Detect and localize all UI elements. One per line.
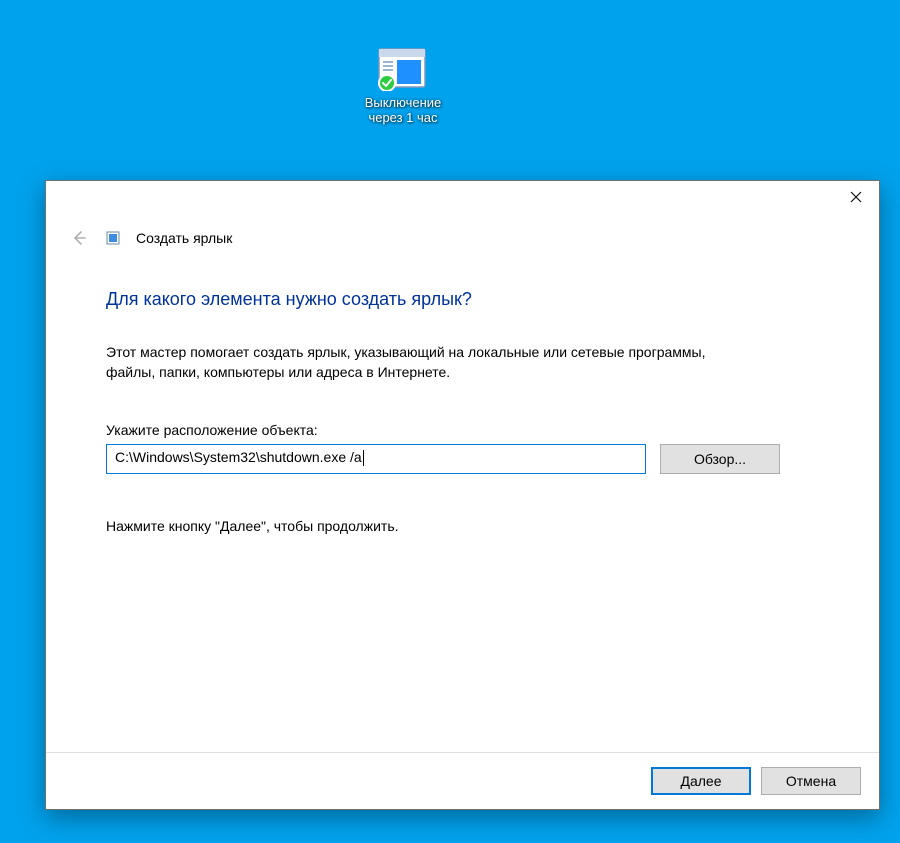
shortcut-wizard-icon: [106, 231, 120, 245]
desktop-shortcut-label: Выключениечерез 1 час: [348, 95, 458, 125]
wizard-body: Для какого элемента нужно создать ярлык?…: [46, 253, 879, 752]
close-button[interactable]: [833, 181, 879, 213]
titlebar: [46, 181, 879, 221]
window-title: Создать ярлык: [136, 230, 232, 246]
app-window-icon: [377, 47, 429, 91]
wizard-footer: Далее Отмена: [46, 752, 879, 809]
wizard-hint: Нажмите кнопку "Далее", чтобы продолжить…: [106, 518, 819, 534]
close-icon: [850, 191, 862, 203]
back-button: [68, 227, 90, 249]
location-input[interactable]: C:\Windows\System32\shutdown.exe /a: [106, 444, 646, 474]
cancel-button[interactable]: Отмена: [761, 767, 861, 795]
back-arrow-icon: [70, 229, 88, 247]
wizard-heading: Для какого элемента нужно создать ярлык?: [106, 289, 819, 310]
desktop-shortcut[interactable]: Выключениечерез 1 час: [348, 47, 458, 125]
create-shortcut-wizard: Создать ярлык Для какого элемента нужно …: [45, 180, 880, 810]
next-button[interactable]: Далее: [651, 767, 751, 795]
wizard-description: Этот мастер помогает создать ярлык, указ…: [106, 342, 746, 382]
location-field-label: Укажите расположение объекта:: [106, 422, 819, 438]
location-input-value: C:\Windows\System32\shutdown.exe /a: [115, 449, 362, 465]
header-row: Создать ярлык: [46, 221, 879, 253]
text-caret: [363, 450, 364, 466]
browse-button[interactable]: Обзор...: [660, 444, 780, 474]
